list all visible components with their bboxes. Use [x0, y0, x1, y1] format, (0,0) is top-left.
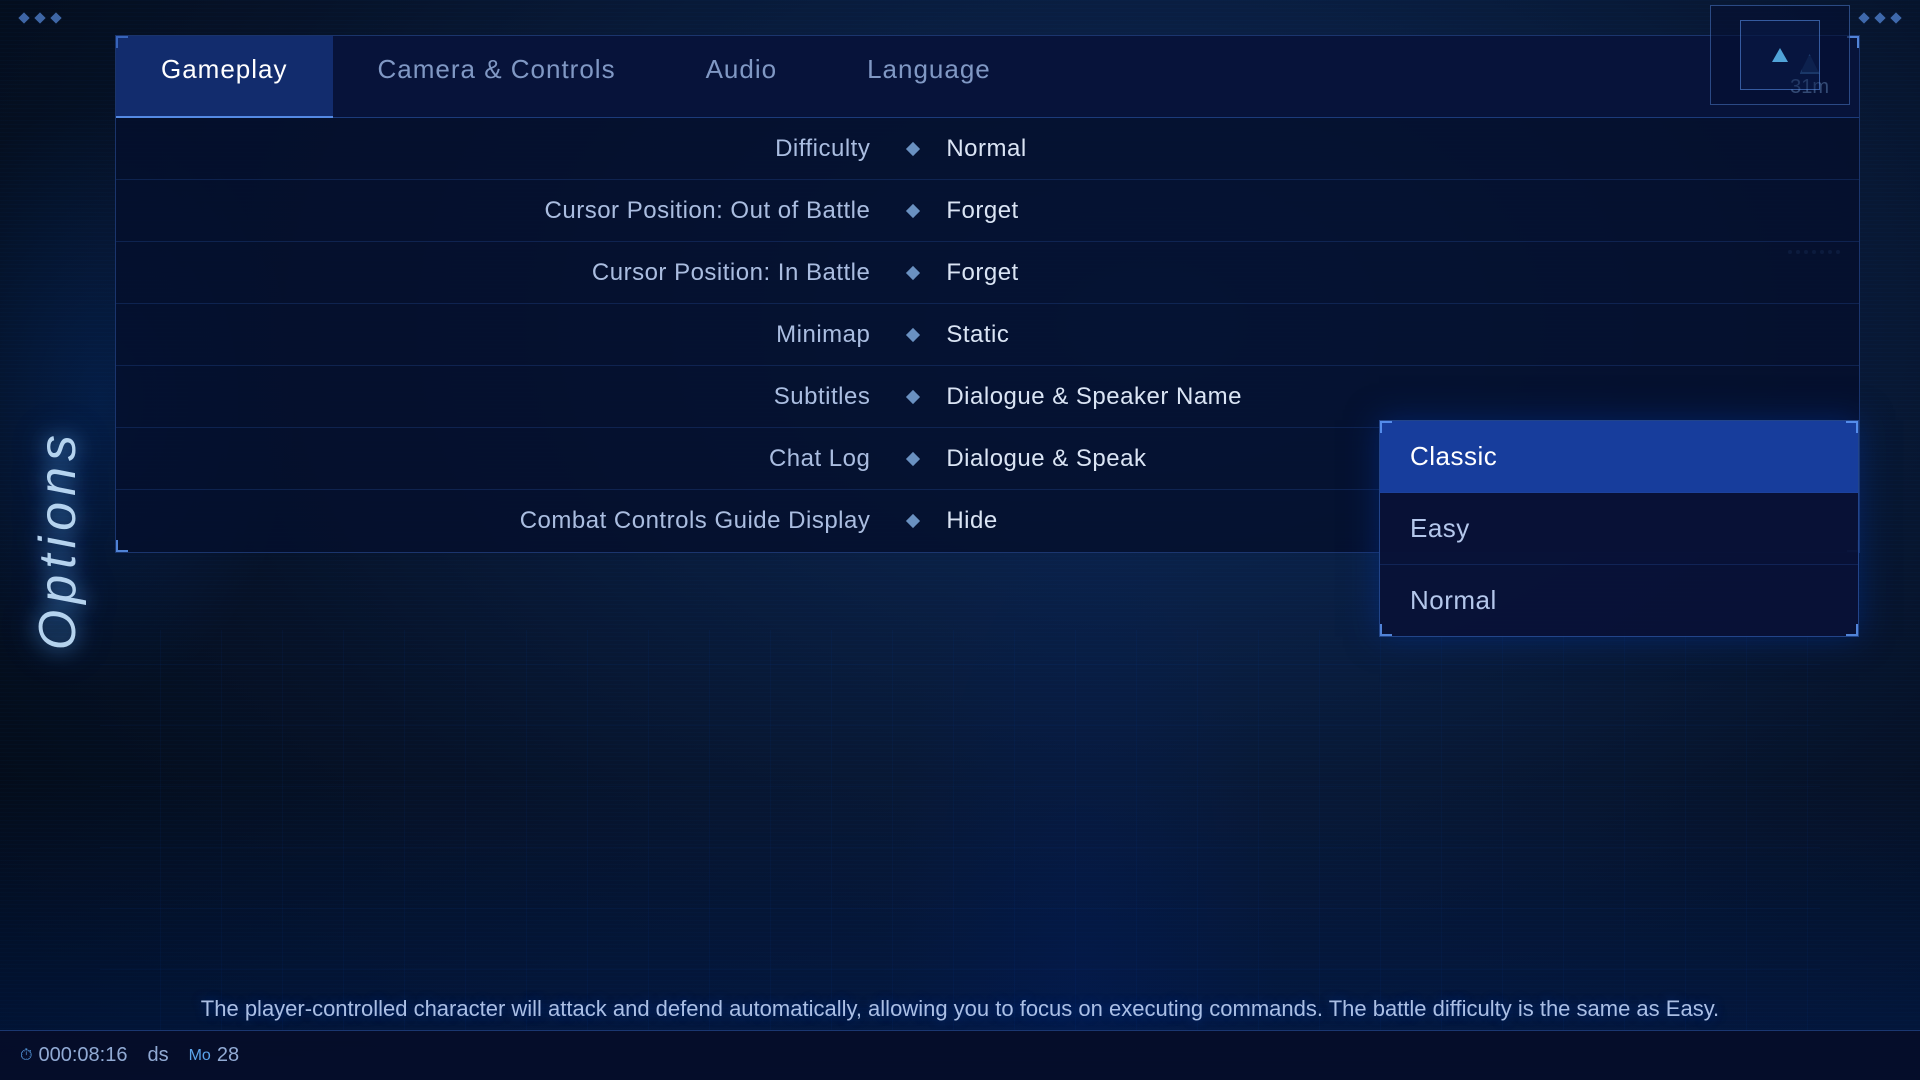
hud-diamond [1858, 12, 1869, 23]
sidebar: Options [0, 0, 115, 1080]
map-icon: Mo [189, 1047, 211, 1065]
timer-display: 000:08:16 [38, 1044, 127, 1067]
minimap-label: Minimap [116, 305, 900, 365]
subtitles-value[interactable]: Dialogue & Speaker Name [926, 367, 1859, 427]
options-panel: Gameplay Camera & Controls Audio Languag… [115, 35, 1860, 553]
row-diamond-icon [906, 141, 920, 155]
minimap-arrow-icon [1772, 48, 1788, 62]
dropdown-corner-bl [1380, 624, 1392, 636]
difficulty-value[interactable]: Normal [926, 119, 1859, 179]
settings-rows: Difficulty Normal Cursor Position: Out o… [116, 118, 1859, 552]
row-diamond-icon [906, 451, 920, 465]
setting-row-minimap: Minimap Static [116, 304, 1859, 366]
status-bar: ⏱ 000:08:16 ds Mo 28 [0, 1030, 1920, 1080]
tab-gameplay[interactable]: Gameplay [116, 36, 333, 117]
combat-guide-label: Combat Controls Guide Display [116, 491, 900, 551]
dropdown-option-normal[interactable]: Normal [1380, 565, 1858, 636]
hint-text: The player-controlled character will att… [0, 994, 1920, 1025]
setting-row-difficulty: Difficulty Normal [116, 118, 1859, 180]
cursor-in-value[interactable]: Forget [926, 243, 1859, 303]
tab-camera-controls[interactable]: Camera & Controls [333, 36, 661, 117]
chat-log-dropdown: Classic Easy Normal [1379, 420, 1859, 637]
dropdown-corner-tr [1846, 421, 1858, 433]
dropdown-option-classic[interactable]: Classic [1380, 421, 1858, 493]
controller-status: ds [147, 1044, 168, 1067]
row-diamond-icon [906, 389, 920, 403]
cursor-in-label: Cursor Position: In Battle [116, 243, 900, 303]
dropdown-corner-br [1846, 624, 1858, 636]
setting-row-subtitles: Subtitles Dialogue & Speaker Name [116, 366, 1859, 428]
hud-diamond [1874, 12, 1885, 23]
cursor-out-value[interactable]: Forget [926, 181, 1859, 241]
row-diamond-icon [906, 203, 920, 217]
clock-icon: ⏱ [20, 1047, 32, 1065]
tab-audio[interactable]: Audio [661, 36, 823, 117]
setting-row-cursor-out: Cursor Position: Out of Battle Forget [116, 180, 1859, 242]
minimap-inner [1740, 20, 1820, 90]
minimap-value[interactable]: Static [926, 305, 1859, 365]
dropdown-option-easy[interactable]: Easy [1380, 493, 1858, 565]
sidebar-label: Options [28, 429, 88, 650]
hud-diamonds-right [1860, 14, 1900, 22]
row-diamond-icon [906, 514, 920, 528]
timer-status: ⏱ 000:08:16 [20, 1044, 127, 1067]
row-diamond-icon [906, 327, 920, 341]
hud-diamond [1890, 12, 1901, 23]
difficulty-label: Difficulty [116, 119, 900, 179]
chat-log-label: Chat Log [116, 429, 900, 489]
controller-label: ds [147, 1044, 168, 1067]
cursor-out-label: Cursor Position: Out of Battle [116, 181, 900, 241]
map-status: Mo 28 [189, 1044, 239, 1067]
nav-tabs: Gameplay Camera & Controls Audio Languag… [116, 36, 1859, 118]
map-value: 28 [217, 1044, 239, 1067]
minimap-widget [1710, 5, 1850, 105]
subtitles-label: Subtitles [116, 367, 900, 427]
setting-row-chat-log: Chat Log Dialogue & Speak Classic Easy N… [116, 428, 1859, 490]
row-diamond-icon [906, 265, 920, 279]
tab-language[interactable]: Language [822, 36, 1036, 117]
setting-row-cursor-in: Cursor Position: In Battle Forget [116, 242, 1859, 304]
hud-top [0, 0, 1920, 35]
dropdown-corner-tl [1380, 421, 1392, 433]
